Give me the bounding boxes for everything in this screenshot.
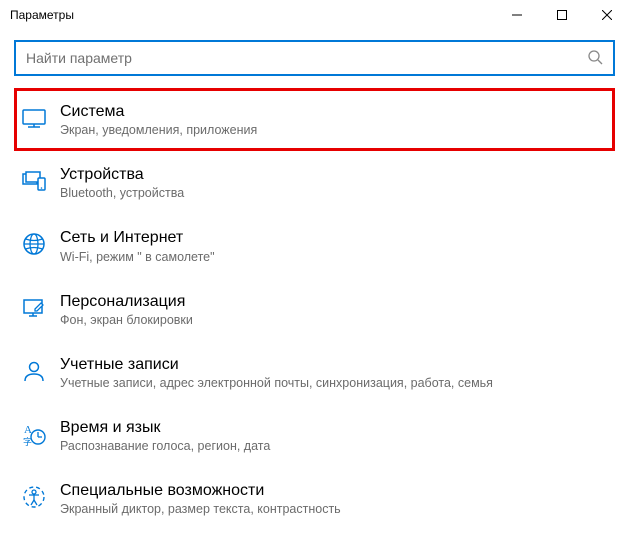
devices-icon	[20, 167, 48, 195]
settings-item-text: Персонализация Фон, экран блокировки	[60, 292, 193, 327]
close-icon	[602, 10, 612, 20]
svg-text:字: 字	[23, 436, 32, 447]
settings-item-subtitle: Bluetooth, устройства	[60, 186, 184, 200]
maximize-icon	[557, 10, 567, 20]
settings-item-personalization[interactable]: Персонализация Фон, экран блокировки	[14, 278, 615, 341]
settings-item-title: Персонализация	[60, 292, 193, 311]
search-icon	[587, 49, 603, 68]
settings-item-time-language[interactable]: A字 Время и язык Распознавание голоса, ре…	[14, 404, 615, 467]
settings-item-devices[interactable]: Устройства Bluetooth, устройства	[14, 151, 615, 214]
account-icon	[20, 357, 48, 385]
monitor-icon	[20, 104, 48, 132]
settings-item-text: Система Экран, уведомления, приложения	[60, 102, 257, 137]
minimize-icon	[512, 10, 522, 20]
time-language-icon: A字	[20, 420, 48, 448]
settings-item-title: Сеть и Интернет	[60, 228, 215, 247]
settings-item-subtitle: Распознавание голоса, регион, дата	[60, 439, 270, 453]
maximize-button[interactable]	[539, 0, 584, 30]
titlebar: Параметры	[0, 0, 629, 30]
settings-item-subtitle: Wi-Fi, режим " в самолете"	[60, 250, 215, 264]
settings-item-ease-of-access[interactable]: Специальные возможности Экранный диктор,…	[14, 467, 615, 530]
search-input[interactable]	[26, 50, 587, 66]
settings-item-text: Устройства Bluetooth, устройства	[60, 165, 184, 200]
settings-item-title: Система	[60, 102, 257, 121]
settings-item-system[interactable]: Система Экран, уведомления, приложения	[14, 88, 615, 151]
personalize-icon	[20, 294, 48, 322]
settings-item-title: Устройства	[60, 165, 184, 184]
settings-item-text: Специальные возможности Экранный диктор,…	[60, 481, 341, 516]
minimize-button[interactable]	[494, 0, 539, 30]
settings-item-title: Время и язык	[60, 418, 270, 437]
settings-item-text: Сеть и Интернет Wi-Fi, режим " в самолет…	[60, 228, 215, 263]
settings-item-text: Учетные записи Учетные записи, адрес эле…	[60, 355, 493, 390]
settings-item-subtitle: Экран, уведомления, приложения	[60, 123, 257, 137]
settings-item-network[interactable]: Сеть и Интернет Wi-Fi, режим " в самолет…	[14, 214, 615, 277]
svg-text:A: A	[24, 424, 32, 436]
settings-item-subtitle: Экранный диктор, размер текста, контраст…	[60, 502, 341, 516]
globe-icon	[20, 230, 48, 258]
settings-list: Система Экран, уведомления, приложения У…	[14, 88, 615, 530]
settings-item-subtitle: Учетные записи, адрес электронной почты,…	[60, 376, 493, 390]
search-box[interactable]	[14, 40, 615, 76]
settings-item-title: Учетные записи	[60, 355, 493, 374]
settings-item-subtitle: Фон, экран блокировки	[60, 313, 193, 327]
content-area: Система Экран, уведомления, приложения У…	[0, 30, 629, 530]
settings-item-text: Время и язык Распознавание голоса, регио…	[60, 418, 270, 453]
ease-of-access-icon	[20, 483, 48, 511]
settings-item-accounts[interactable]: Учетные записи Учетные записи, адрес эле…	[14, 341, 615, 404]
window-controls	[494, 0, 629, 30]
close-button[interactable]	[584, 0, 629, 30]
window-title: Параметры	[10, 8, 74, 22]
settings-item-title: Специальные возможности	[60, 481, 341, 500]
